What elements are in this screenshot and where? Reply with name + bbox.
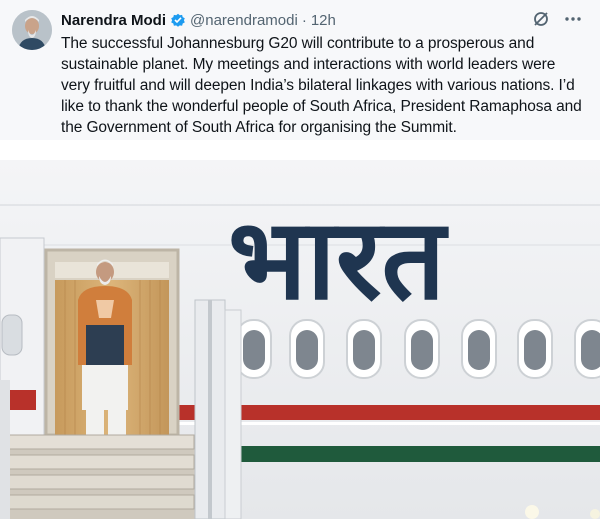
tweet-timestamp[interactable]: 12h	[311, 12, 336, 29]
tweet-photo[interactable]: भारत	[0, 160, 600, 519]
aircraft-lettering: भारत	[228, 195, 450, 325]
author-handle[interactable]: @narendramodi	[190, 12, 298, 29]
tweet-header: Narendra Modi @narendramodi · 12h	[61, 10, 336, 30]
verified-badge-icon	[170, 12, 186, 28]
separator-dot: ·	[301, 11, 307, 29]
more-icon[interactable]	[564, 10, 582, 28]
tweet-text: The successful Johannesburg G20 will con…	[61, 35, 582, 136]
slash-circle-icon[interactable]	[532, 10, 550, 28]
tweet-card[interactable]: Narendra Modi @narendramodi · 12h The su	[0, 0, 600, 140]
author-name[interactable]: Narendra Modi	[61, 12, 166, 29]
aircraft-photo-illustration: भारत	[0, 160, 600, 519]
author-avatar[interactable]	[12, 10, 52, 50]
livery-green-stripe	[240, 446, 600, 462]
tweet-actions	[532, 10, 582, 28]
